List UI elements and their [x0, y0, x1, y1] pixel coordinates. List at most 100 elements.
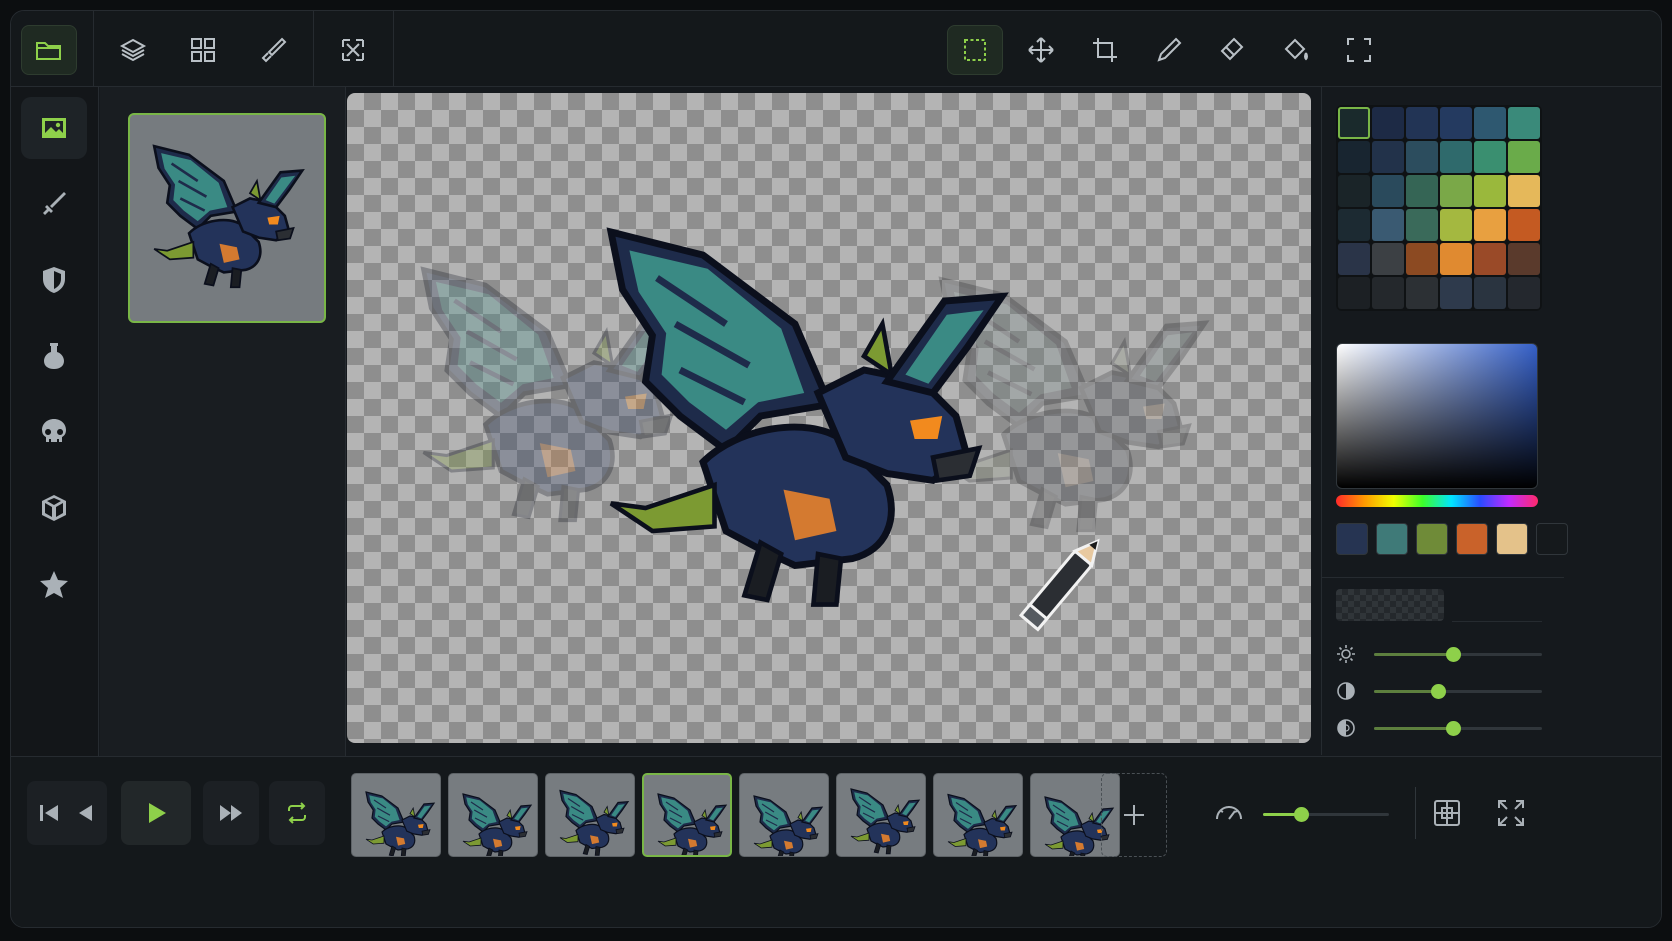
palette-swatch[interactable] [1338, 277, 1370, 309]
previous-frame-icon[interactable] [72, 800, 98, 826]
palette-swatch[interactable] [1338, 175, 1370, 207]
palette-swatch[interactable] [1474, 141, 1506, 173]
palette-swatch[interactable] [1440, 141, 1472, 173]
palette-swatch[interactable] [1474, 175, 1506, 207]
brightness-slider[interactable] [1374, 647, 1542, 662]
toolbar-divider [313, 11, 314, 87]
palette-swatch[interactable] [1474, 243, 1506, 275]
palette-swatch[interactable] [1508, 141, 1540, 173]
palette-swatch[interactable] [1508, 243, 1540, 275]
layers-button[interactable] [105, 25, 161, 75]
brightness-knob[interactable] [1445, 647, 1461, 662]
timeline-frame[interactable] [545, 773, 635, 857]
palette-swatch[interactable] [1372, 175, 1404, 207]
timeline-frame[interactable] [836, 773, 926, 857]
contrast-knob[interactable] [1430, 684, 1446, 699]
recent-color-swatch[interactable] [1336, 523, 1368, 555]
sidebar-item-favorites[interactable] [21, 553, 87, 615]
timeline-frame[interactable] [448, 773, 538, 857]
timeline-divider [1415, 787, 1416, 839]
palette-swatch[interactable] [1440, 209, 1472, 241]
fast-forward-button[interactable] [203, 781, 259, 845]
palette-swatch[interactable] [1338, 243, 1370, 275]
recent-color-swatch[interactable] [1456, 523, 1488, 555]
palette-swatch[interactable] [1406, 141, 1438, 173]
play-button[interactable] [121, 781, 191, 845]
palette-swatch[interactable] [1406, 243, 1438, 275]
saturation-slider[interactable] [1374, 721, 1542, 736]
palette-swatch[interactable] [1508, 209, 1540, 241]
brush-icon [261, 37, 287, 63]
open-folder-button[interactable] [21, 25, 77, 75]
palette-swatch[interactable] [1338, 107, 1370, 139]
fullscreen-button[interactable] [1491, 793, 1531, 833]
palette-swatch[interactable] [1338, 209, 1370, 241]
timeline-frame[interactable] [739, 773, 829, 857]
frame-dragon-thumbnail [365, 791, 435, 856]
grid-view-button[interactable] [1427, 793, 1467, 833]
palette-swatch[interactable] [1508, 277, 1540, 309]
recent-color-swatch[interactable] [1496, 523, 1528, 555]
palette-swatch[interactable] [1372, 243, 1404, 275]
recent-color-swatch[interactable] [1536, 523, 1568, 555]
paint-bucket-button[interactable] [1267, 25, 1323, 75]
timeline-frame[interactable] [351, 773, 441, 857]
palette-swatch[interactable] [1440, 107, 1472, 139]
contrast-slider[interactable] [1374, 684, 1542, 699]
recent-color-swatch[interactable] [1416, 523, 1448, 555]
eraser-tool-button[interactable] [1203, 25, 1259, 75]
palette-swatch[interactable] [1406, 209, 1438, 241]
sidebar-item-potions[interactable] [21, 325, 87, 387]
brush-button[interactable] [245, 25, 301, 75]
add-frame-button[interactable] [1101, 773, 1167, 857]
saturation-icon [1337, 719, 1355, 737]
cube-icon [42, 495, 66, 521]
palette-swatch[interactable] [1406, 107, 1438, 139]
pencil-tool-button[interactable] [1141, 25, 1197, 75]
palette-swatch[interactable] [1508, 175, 1540, 207]
crop-tool-button[interactable] [1077, 25, 1133, 75]
palette-swatch[interactable] [1406, 277, 1438, 309]
skip-to-start-icon[interactable] [36, 800, 62, 826]
palette-swatch[interactable] [1372, 209, 1404, 241]
palette-swatch[interactable] [1474, 209, 1506, 241]
palette-swatch[interactable] [1406, 175, 1438, 207]
palette-swatch[interactable] [1372, 141, 1404, 173]
transform-button[interactable] [325, 25, 381, 75]
timeline-frame[interactable] [933, 773, 1023, 857]
palette-swatch[interactable] [1508, 107, 1540, 139]
timeline-frame[interactable] [642, 773, 732, 857]
opacity-preview[interactable] [1336, 589, 1444, 621]
palette-swatch[interactable] [1440, 175, 1472, 207]
palette-swatch[interactable] [1474, 107, 1506, 139]
saturation-fill [1374, 727, 1453, 730]
palette-swatch[interactable] [1440, 243, 1472, 275]
sidebar-item-images[interactable] [21, 97, 87, 159]
move-tool-button[interactable] [1013, 25, 1069, 75]
palette-swatch[interactable] [1372, 107, 1404, 139]
paint-bucket-icon [1284, 38, 1308, 61]
loop-button[interactable] [269, 781, 325, 845]
grid-button[interactable] [175, 25, 231, 75]
hue-slider[interactable] [1336, 495, 1538, 507]
sidebar-item-enemies[interactable] [21, 401, 87, 463]
palette-swatch[interactable] [1338, 141, 1370, 173]
palette-swatch[interactable] [1372, 277, 1404, 309]
sidebar-item-armor[interactable] [21, 249, 87, 311]
saturation-knob[interactable] [1445, 721, 1461, 736]
brightness-slider-row [1330, 641, 1552, 667]
speed-knob[interactable] [1293, 807, 1309, 822]
saturation-value-picker[interactable] [1336, 343, 1538, 489]
sidebar-item-objects[interactable] [21, 477, 87, 539]
palette-swatch[interactable] [1474, 277, 1506, 309]
recent-color-swatch[interactable] [1376, 523, 1408, 555]
marquee-select-button[interactable] [947, 25, 1003, 75]
sidebar-item-weapons[interactable] [21, 173, 87, 235]
sprite-thumbnail[interactable] [128, 113, 326, 323]
speed-slider[interactable] [1263, 807, 1389, 822]
select-frame-button[interactable] [1331, 25, 1387, 75]
drawing-canvas[interactable] [347, 93, 1311, 743]
move-icon [1028, 37, 1054, 63]
saturation-slider-row [1330, 715, 1552, 741]
palette-swatch[interactable] [1440, 277, 1472, 309]
